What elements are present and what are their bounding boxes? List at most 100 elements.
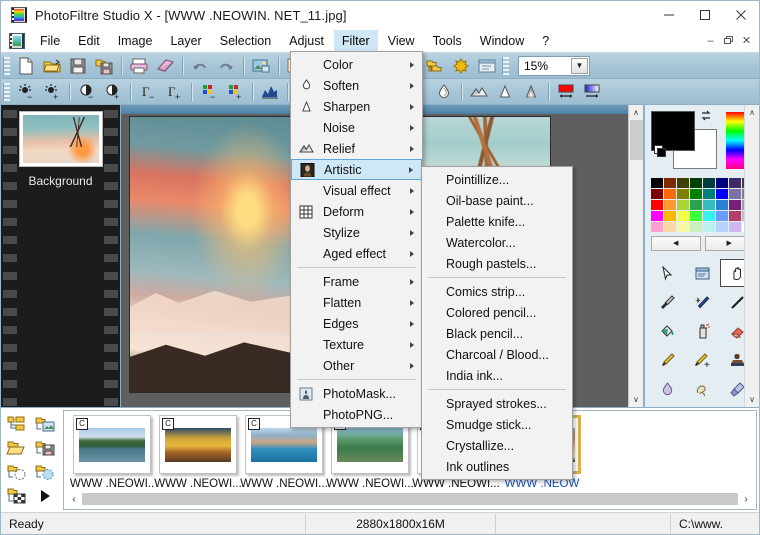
mdi-close-button[interactable]: ✕ <box>738 33 755 49</box>
menu-edit[interactable]: Edit <box>70 30 108 52</box>
palette-swatch[interactable] <box>651 178 663 188</box>
palette-swatch[interactable] <box>664 200 676 210</box>
mdi-restore-button[interactable] <box>720 33 737 49</box>
automation-icon[interactable] <box>448 54 474 78</box>
mdi-minimize-button[interactable]: – <box>702 33 719 49</box>
palette-swatch[interactable] <box>703 178 715 188</box>
menu-item-photomask[interactable]: PhotoMask... <box>291 383 422 404</box>
palette-swatch[interactable] <box>729 189 741 199</box>
folder-image-icon[interactable] <box>31 412 59 436</box>
canvas-vertical-scrollbar[interactable]: ∧ ∨ <box>628 105 643 407</box>
maximize-button[interactable] <box>687 1 723 29</box>
linear-gradient-icon[interactable] <box>579 80 605 104</box>
waterdrop-icon[interactable] <box>651 375 685 403</box>
zoom-dropdown-arrow[interactable]: ▼ <box>571 58 588 74</box>
thumbnail-horizontal-scrollbar[interactable]: ‹ › <box>66 492 754 506</box>
menu-help[interactable]: ? <box>534 30 557 52</box>
tools-scroll-up-arrow[interactable]: ∧ <box>745 105 759 120</box>
contrast-down-icon[interactable]: − <box>74 80 100 104</box>
thumbnail-frame[interactable]: C <box>159 415 237 474</box>
canvas-scroll-thumb[interactable] <box>630 120 643 160</box>
palette-swatch[interactable] <box>677 211 689 221</box>
sharpen-triangle-icon[interactable] <box>492 80 518 104</box>
menu-item-visual-effect[interactable]: Visual effect <box>291 180 422 201</box>
thumbnail-item[interactable]: C WWW .NEOWI... <box>156 415 240 490</box>
thumbnail-frame[interactable]: C <box>73 415 151 474</box>
palette-swatch[interactable] <box>729 222 741 232</box>
menu-item-frame[interactable]: Frame <box>291 271 422 292</box>
gamma-down-icon[interactable]: Γ− <box>135 80 161 104</box>
image-thumbnails-icon[interactable] <box>248 54 274 78</box>
tools-scroll-down-arrow[interactable]: ∨ <box>745 392 759 407</box>
palette-swatch[interactable] <box>716 189 728 199</box>
menu-item-edges[interactable]: Edges <box>291 313 422 334</box>
toolbar-grip-2[interactable] <box>502 57 509 75</box>
palette-swatch[interactable] <box>703 200 715 210</box>
palette-swatch[interactable] <box>677 222 689 232</box>
paintbrush-icon[interactable] <box>651 346 685 374</box>
palette-prev-button[interactable]: ◀ <box>651 236 701 251</box>
region-select-icon[interactable] <box>686 259 720 287</box>
menu-item-ink-outlines[interactable]: Ink outlines <box>422 456 572 477</box>
menu-selection[interactable]: Selection <box>212 30 279 52</box>
palette-swatch[interactable] <box>690 200 702 210</box>
menu-item-noise[interactable]: Noise <box>291 117 422 138</box>
brightness-up-icon[interactable]: + <box>39 80 65 104</box>
menu-item-smudge-stick[interactable]: Smudge stick... <box>422 414 572 435</box>
saturation-down-icon[interactable]: − <box>196 80 222 104</box>
menu-view[interactable]: View <box>380 30 423 52</box>
folder-open-icon[interactable] <box>3 436 31 460</box>
paint-bucket-icon[interactable] <box>651 317 685 345</box>
layer-thumbnail[interactable] <box>19 111 103 167</box>
canvas-scroll-up-arrow[interactable]: ∧ <box>629 105 644 120</box>
palette-swatch[interactable] <box>703 211 715 221</box>
palette-swatch[interactable] <box>716 222 728 232</box>
undo-icon[interactable] <box>187 54 213 78</box>
save-file-icon[interactable] <box>65 54 91 78</box>
gamma-up-icon[interactable]: Γ+ <box>161 80 187 104</box>
menu-item-texture[interactable]: Texture <box>291 334 422 355</box>
smudge-icon[interactable] <box>686 375 720 403</box>
palette-swatch[interactable] <box>716 211 728 221</box>
palette-swatch[interactable] <box>677 178 689 188</box>
tools-panel-scrollbar[interactable]: ∧ ∨ <box>744 105 759 407</box>
thumbnail-scroll-track[interactable] <box>82 493 738 505</box>
print-icon[interactable] <box>126 54 152 78</box>
contrast-up-icon[interactable]: + <box>100 80 126 104</box>
reset-colors-icon[interactable] <box>654 145 668 159</box>
palette-swatch[interactable] <box>716 178 728 188</box>
arrow-select-icon[interactable] <box>651 259 685 287</box>
folder-save-icon[interactable] <box>31 436 59 460</box>
zoom-combobox[interactable]: 15% ▼ <box>518 56 590 76</box>
menu-item-photopng[interactable]: PhotoPNG... <box>291 404 422 425</box>
color-palette[interactable] <box>651 178 754 232</box>
print-preview-icon[interactable] <box>152 54 178 78</box>
folder-deselect-icon[interactable] <box>31 460 59 484</box>
menu-item-india-ink[interactable]: India ink... <box>422 365 572 386</box>
close-button[interactable] <box>723 1 759 29</box>
folder-select-icon[interactable] <box>3 460 31 484</box>
menu-item-relief[interactable]: Relief <box>291 138 422 159</box>
menu-item-color[interactable]: Color <box>291 54 422 75</box>
palette-swatch[interactable] <box>651 189 663 199</box>
menu-item-sharpen[interactable]: Sharpen <box>291 96 422 117</box>
palette-swatch[interactable] <box>677 189 689 199</box>
open-file-icon[interactable] <box>39 54 65 78</box>
magic-wand-icon[interactable] <box>686 288 720 316</box>
save-as-icon[interactable] <box>91 54 117 78</box>
spray-can-icon[interactable] <box>686 317 720 345</box>
menu-file[interactable]: File <box>32 30 68 52</box>
eyedropper-icon[interactable] <box>651 288 685 316</box>
menu-item-watercolor[interactable]: Watercolor... <box>422 232 572 253</box>
menu-item-other[interactable]: Other <box>291 355 422 376</box>
menu-tools[interactable]: Tools <box>425 30 470 52</box>
new-file-icon[interactable] <box>13 54 39 78</box>
menu-window[interactable]: Window <box>472 30 532 52</box>
menu-layer[interactable]: Layer <box>162 30 209 52</box>
sharpen-more-triangle-icon[interactable] <box>518 80 544 104</box>
redo-icon[interactable] <box>213 54 239 78</box>
relief-mountains-icon[interactable] <box>466 80 492 104</box>
soften-more-droplet-icon[interactable] <box>431 80 457 104</box>
menu-item-colored-pencil[interactable]: Colored pencil... <box>422 302 572 323</box>
canvas-scroll-down-arrow[interactable]: ∨ <box>629 392 644 407</box>
